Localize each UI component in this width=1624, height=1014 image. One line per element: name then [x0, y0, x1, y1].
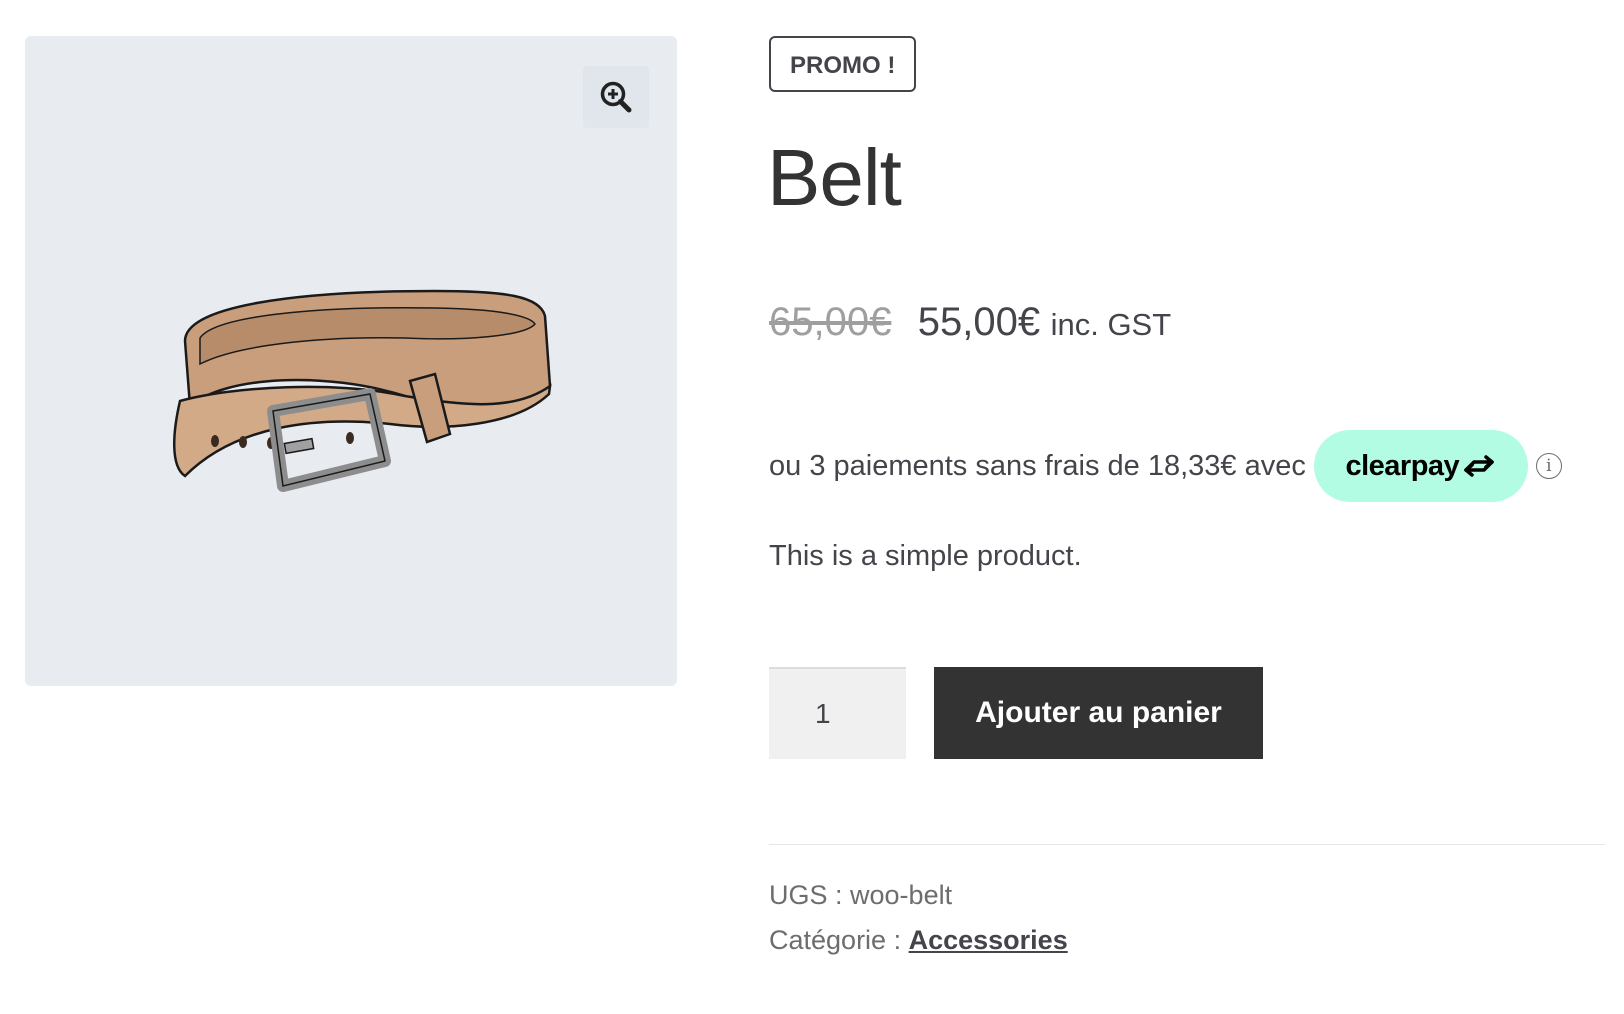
magnifier-plus-icon: [600, 81, 632, 113]
quantity-input[interactable]: [769, 667, 906, 759]
category-meta: Catégorie : Accessories: [769, 925, 1068, 956]
clearpay-badge[interactable]: clearpay: [1313, 430, 1528, 502]
regular-price: 65,00€: [769, 300, 892, 344]
installments-text: ou 3 paiements sans frais de 18,33€ avec: [769, 449, 1306, 482]
zoom-button[interactable]: [583, 66, 649, 128]
sku-value: woo-belt: [850, 880, 953, 910]
divider: [769, 844, 1605, 845]
product-gallery: [25, 36, 677, 686]
short-description: This is a simple product.: [769, 540, 1082, 572]
sale-badge: PROMO !: [769, 36, 917, 92]
sku-meta: UGS : woo-belt: [769, 880, 952, 911]
info-circle-icon[interactable]: i: [1535, 453, 1562, 479]
price-block: 65,00€ 55,00€ inc. GST: [769, 300, 1171, 345]
installments-message: ou 3 paiements sans frais de 18,33€ avec…: [769, 430, 1562, 502]
clearpay-arrows-icon: [1464, 455, 1494, 477]
sku-label: UGS :: [769, 880, 843, 910]
clearpay-logo-text: clearpay: [1345, 449, 1460, 482]
sale-price: 55,00€: [917, 300, 1041, 344]
product-image[interactable]: [145, 246, 585, 506]
add-to-cart-button[interactable]: Ajouter au panier: [934, 667, 1263, 759]
category-label: Catégorie :: [769, 925, 902, 955]
product-title: Belt: [767, 133, 902, 222]
price-suffix: inc. GST: [1050, 307, 1172, 342]
category-link[interactable]: Accessories: [909, 925, 1068, 955]
